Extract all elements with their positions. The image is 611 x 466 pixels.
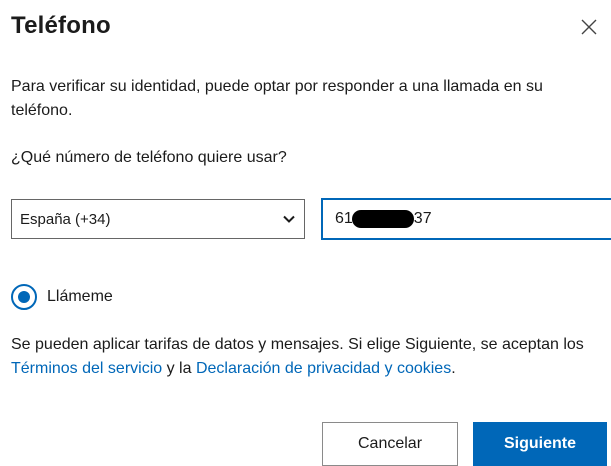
phone-verification-dialog: Teléfono Para verificar su identidad, pu… xyxy=(0,0,611,466)
call-me-radio[interactable] xyxy=(11,284,37,310)
phone-suffix: 37 xyxy=(413,210,432,227)
call-me-label: Llámeme xyxy=(47,288,113,305)
terms-of-service-link[interactable]: Términos del servicio xyxy=(11,360,162,377)
terms-text-2: y la xyxy=(162,360,196,377)
dialog-description: Para verificar su identidad, puede optar… xyxy=(11,78,543,119)
cancel-button[interactable]: Cancelar xyxy=(322,422,458,466)
privacy-statement-link[interactable]: Declaración de privacidad y cookies xyxy=(196,360,451,377)
country-select[interactable]: España (+34) xyxy=(11,199,305,239)
close-button[interactable] xyxy=(578,16,600,38)
close-icon xyxy=(581,19,597,35)
chevron-down-icon xyxy=(283,215,295,223)
terms-notice: Se pueden aplicar tarifas de datos y men… xyxy=(11,333,601,381)
call-me-option[interactable]: Llámeme xyxy=(11,284,113,310)
phone-number-input[interactable]: 61 37 xyxy=(321,198,611,240)
terms-text-3: . xyxy=(451,360,456,377)
terms-text-1: Se pueden aplicar tarifas de datos y men… xyxy=(11,336,584,353)
phone-question: ¿Qué número de teléfono quiere usar? xyxy=(11,149,287,166)
country-select-value: España (+34) xyxy=(20,210,111,228)
dialog-title: Teléfono xyxy=(11,12,111,39)
phone-prefix: 61 xyxy=(335,210,353,227)
radio-selected-dot xyxy=(18,291,30,303)
next-button[interactable]: Siguiente xyxy=(473,422,607,466)
redaction-mask xyxy=(351,210,414,228)
